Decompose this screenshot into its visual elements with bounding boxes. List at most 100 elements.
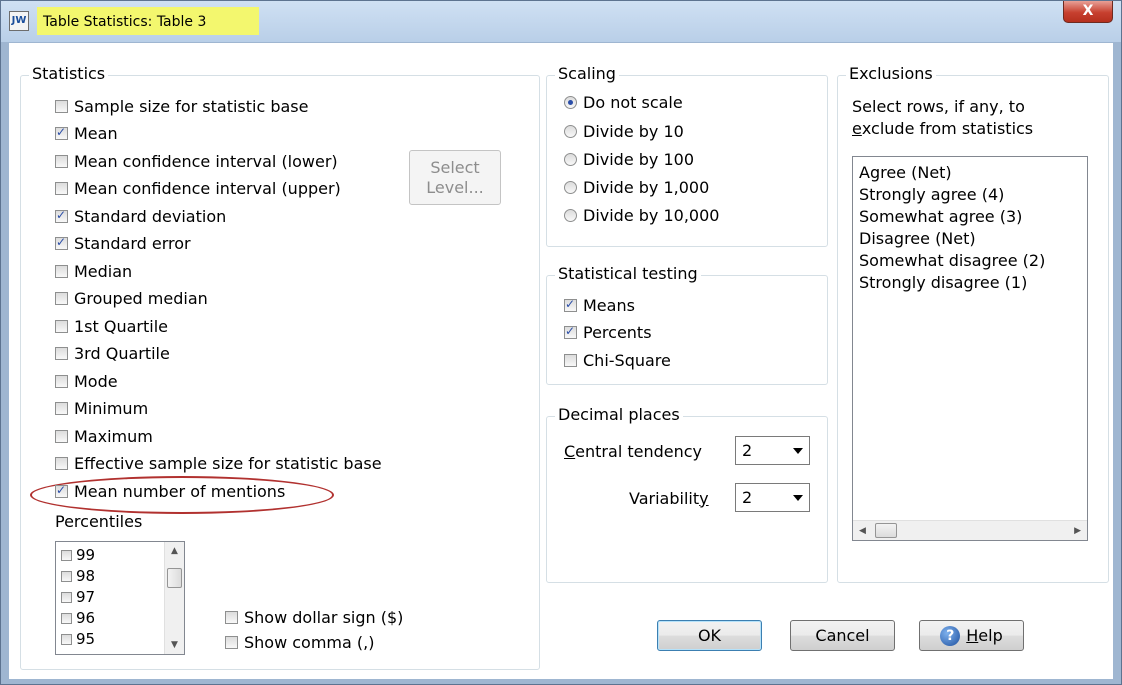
checkbox-icon[interactable] bbox=[564, 353, 577, 367]
checkbox-icon[interactable] bbox=[55, 181, 68, 195]
percentile-item[interactable]: 96 bbox=[61, 608, 95, 628]
checkbox-icon[interactable] bbox=[225, 635, 238, 649]
chevron-down-icon[interactable] bbox=[793, 447, 803, 454]
show-dollar-checkbox[interactable]: Show dollar sign ($) bbox=[225, 606, 403, 628]
statistic-checkbox[interactable]: 3rd Quartile bbox=[55, 342, 170, 364]
checkbox-icon[interactable] bbox=[61, 612, 72, 624]
exclusion-item[interactable]: Somewhat disagree (2) bbox=[859, 249, 1045, 271]
checkbox-icon[interactable] bbox=[55, 125, 68, 140]
central-tendency-select[interactable]: 2 bbox=[735, 436, 810, 465]
statistic-checkbox[interactable]: Mean confidence interval (lower) bbox=[55, 150, 338, 172]
scaling-radio[interactable]: Divide by 10,000 bbox=[564, 204, 719, 226]
scaling-radio[interactable]: Do not scale bbox=[564, 91, 683, 113]
radio-icon[interactable] bbox=[564, 124, 577, 138]
statistic-checkbox[interactable]: Mode bbox=[55, 370, 118, 392]
statistic-checkbox[interactable]: Mean confidence interval (upper) bbox=[55, 177, 341, 199]
statistic-checkbox[interactable]: 1st Quartile bbox=[55, 315, 168, 337]
help-label: elp bbox=[978, 626, 1003, 645]
exclusion-item-label: Somewhat agree (3) bbox=[859, 206, 1023, 226]
checkbox-icon[interactable] bbox=[55, 429, 68, 443]
checkbox-icon[interactable] bbox=[55, 319, 68, 333]
exclusion-item[interactable]: Disagree (Net) bbox=[859, 227, 976, 249]
select-level-button[interactable]: Select Level... bbox=[409, 150, 501, 205]
scaling-radio[interactable]: Divide by 10 bbox=[564, 120, 684, 142]
statistic-checkbox[interactable]: Effective sample size for statistic base bbox=[55, 452, 382, 474]
statistic-checkbox[interactable]: Minimum bbox=[55, 397, 148, 419]
exclusion-item[interactable]: Strongly agree (4) bbox=[859, 183, 1004, 205]
exclusions-listbox[interactable]: Agree (Net) Strongly agree (4) Somewhat ag… bbox=[852, 156, 1088, 541]
percentile-value: 96 bbox=[76, 609, 96, 627]
checkbox-icon[interactable] bbox=[61, 591, 72, 603]
scaling-radio-label: Divide by 10,000 bbox=[583, 205, 720, 225]
variability-select[interactable]: 2 bbox=[735, 483, 810, 512]
radio-icon[interactable] bbox=[564, 208, 577, 222]
statistic-checkbox-label: Minimum bbox=[74, 398, 149, 418]
statistic-checkbox[interactable]: Standard deviation bbox=[55, 205, 226, 227]
statistic-checkbox-label: Sample size for statistic base bbox=[74, 96, 309, 116]
percentile-item[interactable]: 98 bbox=[61, 566, 95, 586]
testing-checkbox[interactable]: Means bbox=[564, 294, 635, 316]
exclusion-item[interactable]: Strongly disagree (1) bbox=[859, 271, 1027, 293]
statistic-checkbox[interactable]: Grouped median bbox=[55, 287, 208, 309]
checkbox-icon[interactable] bbox=[55, 291, 68, 305]
scroll-left-icon[interactable]: ◀ bbox=[859, 526, 866, 536]
percentile-item[interactable]: 95 bbox=[61, 629, 95, 649]
statistic-checkbox[interactable]: Mean bbox=[55, 122, 118, 144]
statistic-checkbox[interactable]: Mean number of mentions bbox=[55, 480, 285, 502]
percentile-item[interactable]: 97 bbox=[61, 587, 95, 607]
radio-icon[interactable] bbox=[564, 95, 577, 109]
checkbox-icon[interactable] bbox=[55, 235, 68, 250]
close-button[interactable]: X bbox=[1063, 1, 1113, 23]
checkbox-icon[interactable] bbox=[55, 456, 68, 470]
scroll-down-icon[interactable]: ▼ bbox=[171, 640, 178, 650]
scaling-radio[interactable]: Divide by 100 bbox=[564, 148, 694, 170]
checkbox-icon[interactable] bbox=[55, 346, 68, 360]
checkbox-icon[interactable] bbox=[61, 570, 72, 582]
chevron-down-icon[interactable] bbox=[793, 494, 803, 501]
checkbox-icon[interactable] bbox=[55, 401, 68, 415]
percentiles-listbox[interactable]: 99 98 97 96 95 ▲ ▼ bbox=[55, 541, 185, 655]
scaling-radio[interactable]: Divide by 1,000 bbox=[564, 176, 709, 198]
statistic-checkbox[interactable]: Sample size for statistic base bbox=[55, 95, 308, 117]
exclusion-item[interactable]: Agree (Net) bbox=[859, 161, 952, 183]
checkbox-icon[interactable] bbox=[55, 208, 68, 223]
checkbox-icon[interactable] bbox=[55, 483, 68, 498]
checkbox-icon[interactable] bbox=[55, 374, 68, 388]
testing-checkbox[interactable]: Percents bbox=[564, 321, 652, 343]
percentiles-scrollbar[interactable]: ▲ ▼ bbox=[164, 542, 184, 654]
percentile-item[interactable]: 99 bbox=[61, 545, 95, 565]
exclusion-item-label: Strongly agree (4) bbox=[859, 184, 1005, 204]
show-comma-checkbox[interactable]: Show comma (,) bbox=[225, 631, 374, 653]
statistic-checkbox[interactable]: Maximum bbox=[55, 425, 153, 447]
checkbox-icon[interactable] bbox=[564, 324, 577, 339]
statistic-checkbox[interactable]: Standard error bbox=[55, 232, 191, 254]
checkbox-icon[interactable] bbox=[61, 633, 72, 645]
help-button[interactable]: ? Help bbox=[919, 620, 1024, 651]
checkbox-icon[interactable] bbox=[61, 549, 72, 561]
ok-button[interactable]: OK bbox=[657, 620, 762, 651]
statistic-checkbox[interactable]: Median bbox=[55, 260, 132, 282]
checkbox-icon[interactable] bbox=[55, 264, 68, 278]
percentiles-scroll-thumb[interactable] bbox=[167, 568, 182, 588]
radio-icon[interactable] bbox=[564, 152, 577, 166]
checkbox-icon[interactable] bbox=[55, 154, 68, 168]
show-comma-label: Show comma (,) bbox=[244, 632, 375, 652]
exclusions-scroll-thumb[interactable] bbox=[875, 523, 897, 538]
scaling-radio-label: Divide by 100 bbox=[583, 149, 695, 169]
percentile-value: 99 bbox=[76, 546, 96, 564]
statistic-checkbox-label: Standard error bbox=[74, 233, 191, 253]
exclusion-item[interactable]: Somewhat agree (3) bbox=[859, 205, 1022, 227]
statistics-title: Statistics bbox=[29, 64, 109, 84]
cancel-button[interactable]: Cancel bbox=[790, 620, 895, 651]
scroll-right-icon[interactable]: ▶ bbox=[1074, 526, 1081, 536]
checkbox-icon[interactable] bbox=[55, 99, 68, 113]
testing-checkbox[interactable]: Chi-Square bbox=[564, 349, 671, 371]
statistic-checkbox-label: Mode bbox=[74, 371, 118, 391]
scroll-up-icon[interactable]: ▲ bbox=[171, 546, 178, 556]
app-icon: JW bbox=[9, 11, 29, 31]
title-bar[interactable]: JW Table Statistics: Table 3 X bbox=[1, 1, 1121, 42]
exclusions-horizontal-scrollbar[interactable]: ◀ ▶ bbox=[853, 520, 1087, 540]
checkbox-icon[interactable] bbox=[225, 610, 238, 624]
checkbox-icon[interactable] bbox=[564, 297, 577, 312]
radio-icon[interactable] bbox=[564, 180, 577, 194]
